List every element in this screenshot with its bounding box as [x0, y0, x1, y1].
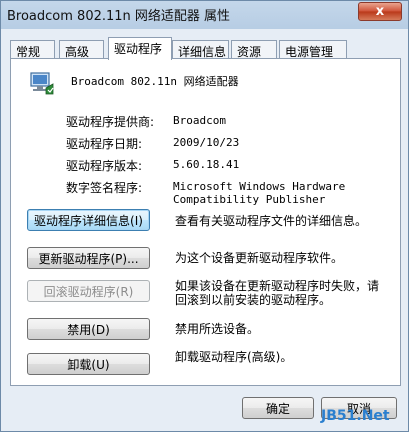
driver-details-desc: 查看有关驱动程序文件的详细信息。: [175, 214, 368, 228]
disable-button[interactable]: 禁用(D): [27, 318, 150, 340]
version-label: 驱动程序版本:: [66, 159, 143, 173]
date-value: 2009/10/23: [173, 136, 240, 149]
device-name: Broadcom 802.11n 网络适配器: [71, 75, 239, 88]
tab-advanced[interactable]: 高级: [59, 40, 104, 59]
update-driver-desc: 为这个设备更新驱动程序软件。: [175, 251, 344, 265]
close-icon: x: [375, 4, 385, 19]
update-driver-button[interactable]: 更新驱动程序(P)...: [27, 247, 150, 269]
rollback-driver-button[interactable]: 回滚驱动程序(R): [27, 280, 150, 302]
uninstall-button[interactable]: 卸载(U): [27, 353, 150, 375]
version-value: 5.60.18.41: [173, 158, 240, 171]
watermark-b: .Net: [356, 408, 390, 424]
network-adapter-icon: [30, 72, 54, 95]
tab-power-management[interactable]: 电源管理: [279, 40, 347, 59]
watermark: JB51.Net: [321, 408, 390, 424]
watermark-a: JB51: [321, 408, 357, 424]
disable-desc: 禁用所选设备。: [175, 322, 260, 336]
rollback-driver-desc: 如果该设备在更新驱动程序时失败，请: [175, 279, 380, 293]
signer-label: 数字签名程序:: [66, 181, 143, 195]
tab-details[interactable]: 详细信息: [172, 40, 229, 59]
window-title: Broadcom 802.11n 网络适配器 属性: [7, 9, 231, 24]
date-label: 驱动程序日期:: [66, 137, 143, 151]
driver-details-button[interactable]: 驱动程序详细信息(I): [27, 209, 150, 231]
signer-value-line2: Compatibility Publisher: [173, 193, 326, 206]
driver-panel: Broadcom 802.11n 网络适配器 驱动程序提供商: Broadcom…: [10, 58, 401, 386]
rollback-driver-desc-line2: 回滚到以前安装的驱动程序。: [175, 293, 332, 307]
tab-general[interactable]: 常规: [10, 40, 55, 59]
close-button[interactable]: x: [358, 2, 402, 21]
tab-bar: 常规 高级 驱动程序 详细信息 资源 电源管理: [10, 37, 401, 60]
provider-label: 驱动程序提供商:: [66, 115, 155, 129]
ok-button[interactable]: 确定: [242, 397, 314, 419]
tab-driver[interactable]: 驱动程序: [108, 37, 172, 60]
signer-value: Microsoft Windows Hardware: [173, 180, 346, 193]
provider-value: Broadcom: [173, 114, 226, 127]
properties-dialog: Broadcom 802.11n 网络适配器 属性 x 常规 高级 驱动程序 详…: [0, 0, 409, 432]
tab-resources[interactable]: 资源: [231, 40, 277, 59]
uninstall-desc: 卸载驱动程序(高级)。: [175, 350, 293, 364]
